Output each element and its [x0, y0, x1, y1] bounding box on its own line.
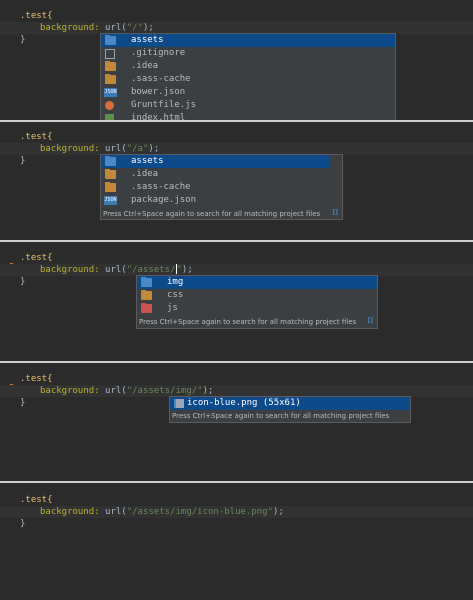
folder-icon [105, 169, 116, 179]
css-string: "/assets/img/icon-blue.png" [126, 507, 274, 517]
completion-label: index.html [131, 113, 186, 120]
editor-panel-4: .test{ background: url("/assets/img/"); … [0, 363, 473, 481]
completion-label: .sass-cache [131, 182, 191, 192]
closing-brace: } [20, 35, 26, 45]
closing-brace: } [20, 156, 26, 166]
file-icon [105, 49, 115, 59]
completion-popup: img css js Press Ctrl+Space again to sea… [136, 275, 378, 329]
editor-panel-3: .test{ background: url("/assets/"); } im… [0, 242, 473, 361]
completion-label: img [167, 277, 184, 287]
completion-label: css [167, 290, 184, 300]
completion-label: icon-blue.png (55x61) [187, 398, 301, 408]
folder-icon [141, 303, 152, 313]
folder-icon [141, 277, 152, 287]
grunt-file-icon [105, 101, 114, 110]
css-punctuation: ); [273, 507, 284, 517]
completion-item[interactable]: Gruntfile.js [101, 99, 395, 112]
folder-icon [105, 61, 116, 71]
closing-brace: } [20, 398, 26, 408]
folder-icon [141, 290, 152, 300]
css-string: "/assets/img/" [126, 386, 203, 396]
completion-item[interactable]: .gitignore [101, 47, 395, 60]
css-function: url( [105, 386, 127, 396]
css-punctuation: ); [148, 144, 160, 154]
code-line[interactable]: .test{ [20, 373, 473, 385]
css-punctuation: ); [181, 265, 193, 275]
css-selector: .test{ [20, 495, 53, 505]
css-punctuation: ); [202, 386, 214, 396]
pi-icon[interactable]: π [367, 315, 374, 326]
editor-panel-2: .test{ background: url("/a"); } assets .… [0, 122, 473, 240]
editor-panel-5: .test{ background: url("/assets/img/icon… [0, 483, 473, 600]
code-line[interactable]: .test{ [20, 494, 473, 506]
completion-item[interactable]: assets [101, 155, 330, 168]
completion-item[interactable]: .idea [101, 60, 395, 73]
css-string: "/a" [126, 144, 149, 154]
css-selector: .test{ [20, 374, 53, 384]
completion-label: js [167, 303, 178, 313]
completion-item[interactable]: JSON bower.json [101, 86, 395, 99]
completion-hint: Press Ctrl+Space again to search for all… [103, 210, 321, 218]
code-line[interactable]: .test{ [20, 131, 473, 143]
css-function: url( [105, 144, 127, 154]
completion-label: package.json [131, 195, 197, 205]
folder-icon [105, 156, 116, 166]
css-function: url( [105, 265, 127, 275]
json-file-icon: JSON [104, 196, 117, 205]
completion-label: bower.json [131, 87, 186, 97]
css-property: background: [40, 23, 100, 33]
completion-popup: icon-blue.png (55x61) Press Ctrl+Space a… [169, 396, 411, 423]
image-file-icon [174, 399, 184, 408]
completion-hint: Press Ctrl+Space again to search for all… [139, 318, 357, 326]
completion-label: .sass-cache [131, 74, 191, 84]
css-selector: .test{ [20, 132, 53, 142]
code-line[interactable]: .test{ [20, 10, 473, 22]
css-property: background: [40, 144, 100, 154]
completion-item[interactable]: .sass-cache [101, 181, 342, 194]
css-property: background: [40, 507, 100, 517]
completion-hint: Press Ctrl+Space again to search for all… [172, 412, 390, 420]
completion-item[interactable]: assets [101, 34, 395, 47]
css-selector: .test{ [20, 11, 53, 21]
completion-item[interactable]: css [137, 289, 377, 302]
completion-item[interactable]: img [137, 276, 377, 289]
css-property: background: [40, 386, 100, 396]
completion-item[interactable]: JSON package.json [101, 194, 342, 207]
completion-label: Gruntfile.js [131, 100, 197, 110]
completion-item[interactable]: .idea [101, 168, 342, 181]
closing-brace: } [20, 277, 26, 287]
completion-item[interactable]: icon-blue.png (55x61) [170, 397, 410, 410]
completion-label: assets [131, 156, 164, 166]
completion-label: .gitignore [131, 48, 186, 58]
css-selector: .test{ [20, 253, 53, 263]
completion-item[interactable]: js [137, 302, 377, 315]
code-line-active[interactable]: background: url("/assets/img/icon-blue.p… [0, 506, 473, 518]
completion-popup: assets .idea .sass-cache JSON package.jso… [100, 154, 343, 220]
code-line[interactable]: .test{ [20, 252, 473, 264]
pi-icon[interactable]: π [332, 207, 339, 218]
css-punctuation: ); [142, 23, 154, 33]
completion-item[interactable]: index.html [101, 112, 395, 120]
css-string: "/" [126, 23, 143, 33]
json-file-icon: JSON [104, 88, 117, 97]
completion-label: .idea [131, 61, 159, 71]
editor-panel-1: .test{ background: url("/"); } assets .g… [0, 0, 473, 120]
completion-label: .idea [131, 169, 159, 179]
folder-icon [105, 35, 116, 45]
completion-item[interactable]: .sass-cache [101, 73, 395, 86]
code-line[interactable]: } [20, 518, 473, 530]
css-property: background: [40, 265, 100, 275]
closing-brace: } [20, 519, 26, 529]
css-function: url( [105, 507, 127, 517]
folder-icon [105, 74, 116, 84]
css-string: "/assets/ [126, 265, 176, 275]
completion-label: assets [131, 35, 164, 45]
folder-icon [105, 182, 116, 192]
completion-popup: assets .gitignore .idea .sass-cache JSON… [100, 33, 396, 120]
css-function: url( [105, 23, 127, 33]
